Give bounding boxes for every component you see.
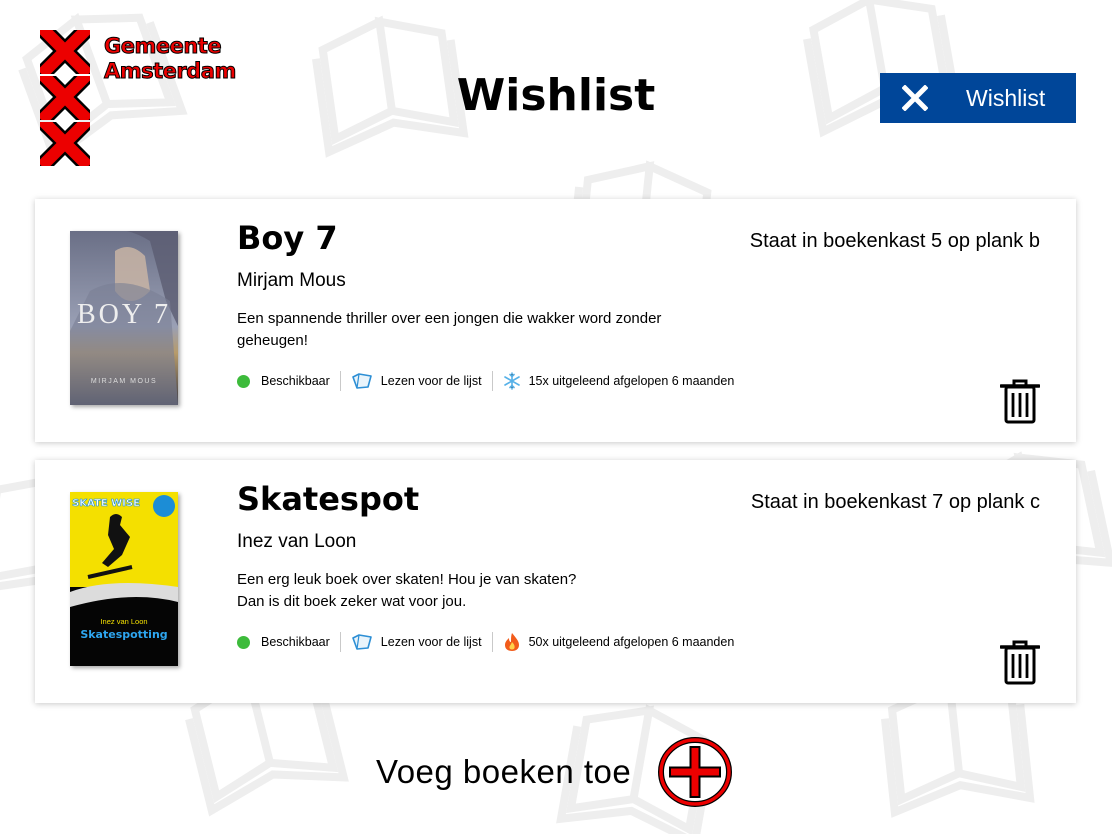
- reading-list-icon: [351, 373, 372, 389]
- book-author: Inez van Loon: [237, 531, 357, 552]
- description-line: Een erg leuk boek over skaten! Hou je va…: [237, 571, 577, 588]
- book-title[interactable]: Skatespot: [237, 480, 419, 518]
- cover-title: Skatespotting: [80, 628, 167, 641]
- divider: [491, 371, 493, 391]
- book-description: Een spannende thriller over een jongen d…: [237, 308, 717, 352]
- flame-icon: [504, 633, 519, 651]
- cover-author: MIRJAM MOUS: [91, 378, 157, 385]
- availability-label: Beschikbaar: [261, 374, 330, 388]
- list-status-label: Lezen voor de lijst: [380, 635, 482, 649]
- trash-icon[interactable]: [1000, 639, 1040, 685]
- wishlist-button-label: Wishlist: [966, 84, 1046, 111]
- plus-circle-icon[interactable]: [657, 736, 733, 808]
- description-line: geheugen!: [237, 332, 308, 349]
- book-cover-image: SKATE WISE Inez van Loon Skatespotting: [70, 492, 178, 666]
- logo-line-1: Gemeente: [104, 34, 223, 59]
- book-location: Staat in boekenkast 7 op plank c: [750, 491, 1040, 513]
- book-card[interactable]: BOY 7 MIRJAM MOUS Boy 7 Mirjam Mous Een …: [35, 199, 1076, 442]
- list-status-label: Lezen voor de lijst: [380, 374, 482, 388]
- cover-title: BOY 7: [77, 299, 171, 330]
- trash-icon[interactable]: [1000, 378, 1040, 424]
- andreas-cross-icon: [40, 122, 90, 166]
- divider: [339, 632, 341, 652]
- loan-stat-label: 15x uitgeleend afgelopen 6 maanden: [528, 374, 735, 388]
- cover-series: SKATE WISE: [72, 498, 140, 509]
- reading-list-icon: [351, 634, 372, 650]
- book-title[interactable]: Boy 7: [237, 219, 338, 257]
- availability-label: Beschikbaar: [261, 635, 330, 649]
- available-status-dot: [237, 374, 250, 388]
- snowflake-icon: [503, 372, 520, 390]
- divider: [491, 632, 493, 652]
- divider: [339, 371, 341, 391]
- add-books-button[interactable]: Voeg boeken toe: [376, 736, 733, 808]
- book-cover[interactable]: BOY 7 MIRJAM MOUS: [70, 231, 178, 405]
- add-books-label: Voeg boeken toe: [376, 753, 632, 790]
- book-card[interactable]: SKATE WISE Inez van Loon Skatespotting S…: [35, 460, 1076, 703]
- book-author: Mirjam Mous: [237, 270, 346, 291]
- book-location: Staat in boekenkast 5 op plank b: [749, 230, 1040, 252]
- book-cover[interactable]: SKATE WISE Inez van Loon Skatespotting: [70, 492, 178, 666]
- description-line: Dan is dit boek zeker wat voor jou.: [237, 593, 467, 610]
- andreas-cross-icon: [40, 30, 90, 74]
- description-line: Een spannende thriller over een jongen d…: [237, 310, 662, 327]
- book-cover-image: BOY 7 MIRJAM MOUS: [70, 231, 178, 405]
- book-meta: Beschikbaar Lezen voor de lijst 50x uitg…: [237, 631, 734, 653]
- cover-author: Inez van Loon: [100, 617, 147, 626]
- wishlist-close-button[interactable]: Wishlist: [880, 73, 1076, 123]
- book-meta: Beschikbaar Lezen voor de lijst 15x uitg…: [237, 370, 734, 392]
- available-status-dot: [237, 635, 250, 649]
- book-description: Een erg leuk boek over skaten! Hou je va…: [237, 569, 717, 613]
- close-icon: [902, 85, 928, 111]
- loan-stat-label: 50x uitgeleend afgelopen 6 maanden: [528, 635, 735, 649]
